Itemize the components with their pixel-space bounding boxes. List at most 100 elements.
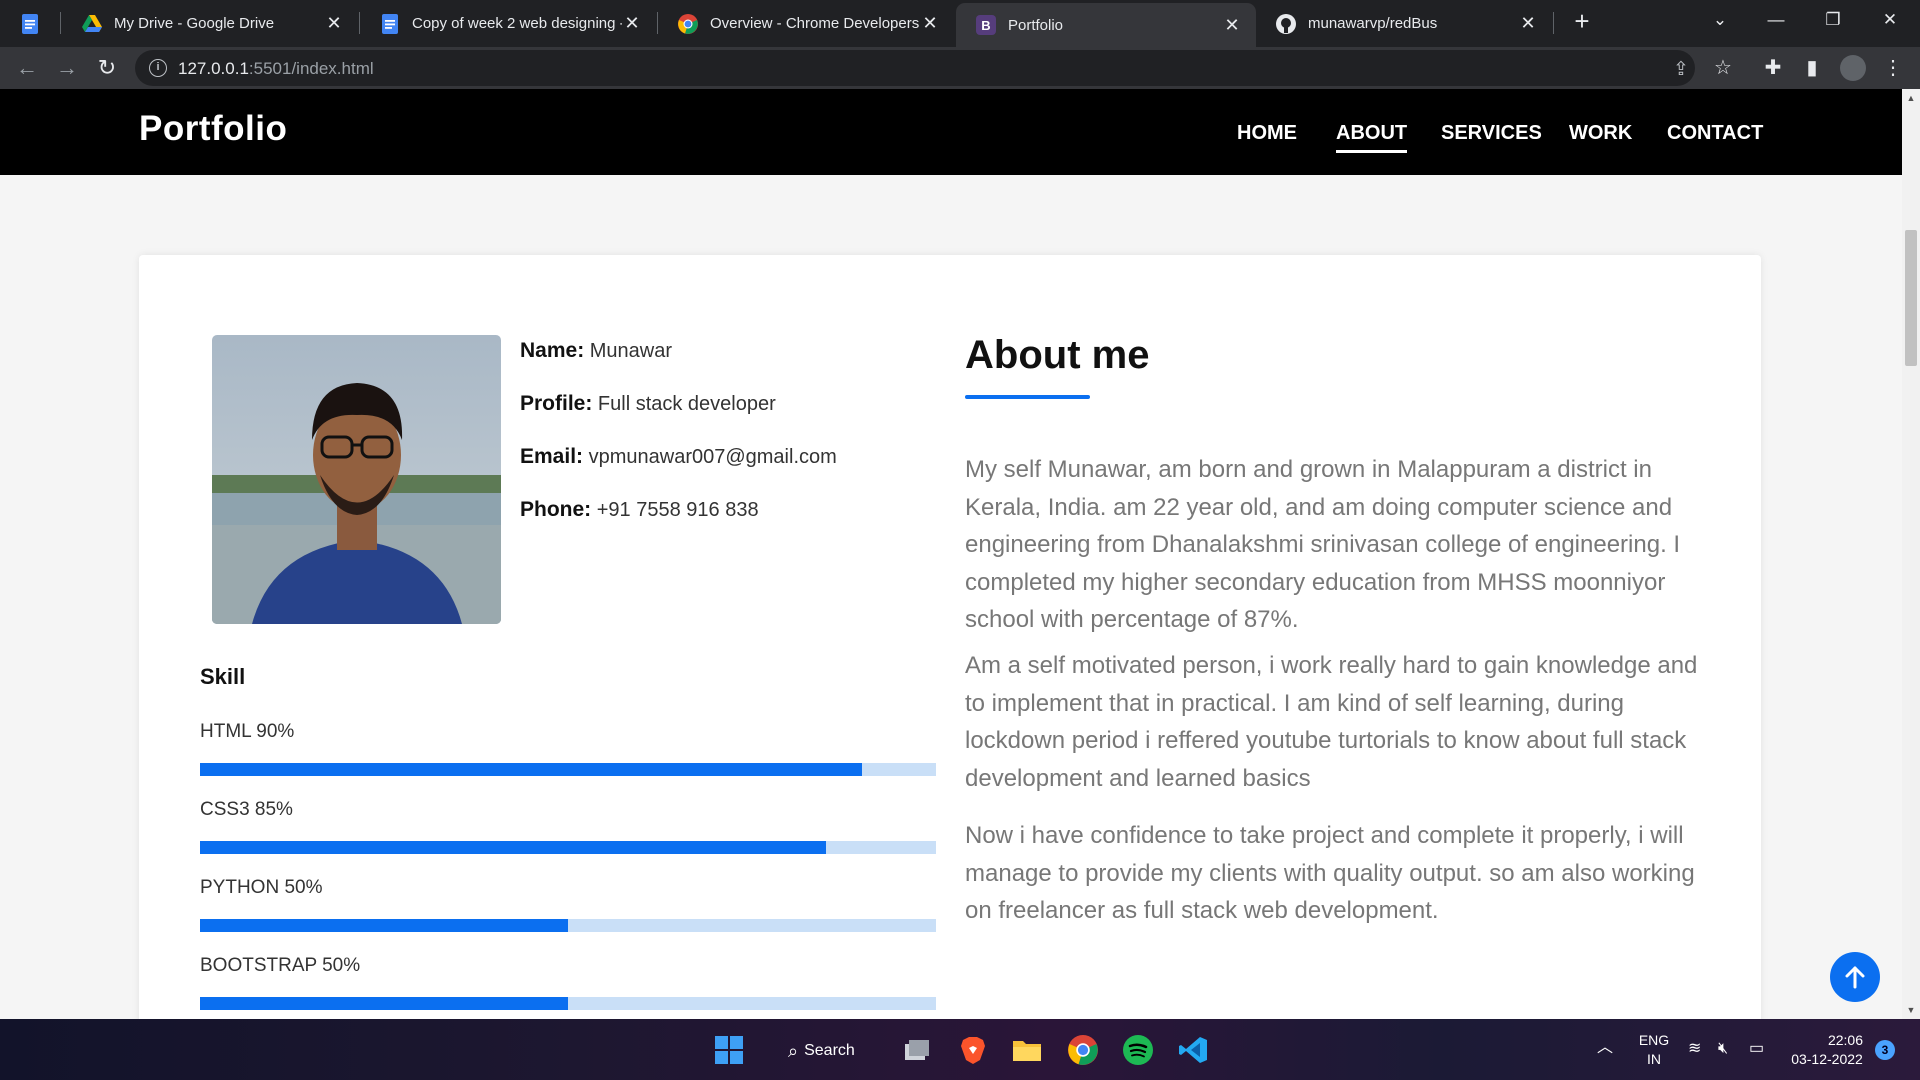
more-menu-icon[interactable]: ⋮ [1880,55,1906,81]
close-window-icon[interactable]: ✕ [1866,0,1914,40]
close-tab-icon[interactable]: ✕ [920,13,940,34]
about-paragraph-1: My self Munawar, am born and grown in Ma… [965,456,1681,633]
tab-portfolio[interactable]: B Portfolio ✕ [956,3,1256,47]
windows-taskbar: ⌕ Search ︿ ENG IN ≋ 🔇︎ ▭ 22:06 03-12-202… [0,1019,1920,1080]
skill-fill-html [200,763,863,776]
skill-bar-bootstrap [200,997,936,1010]
share-icon[interactable]: ⇪ [1670,59,1692,81]
close-tab-icon[interactable]: ✕ [1222,15,1242,36]
tab-github-redbus[interactable]: munawarvp/redBus ✕ [1256,4,1552,43]
info-profile: Profile: Full stack developer [520,392,776,416]
battery-icon[interactable]: ▭ [1749,1039,1764,1058]
skill-bar-python [200,919,936,932]
scroll-down-arrow-icon[interactable]: ▼ [1906,1005,1916,1015]
info-name: Name: Munawar [520,339,672,363]
language-indicator[interactable]: ENG IN [1636,1031,1672,1069]
skill-label-css3: CSS3 85% [200,799,293,820]
close-tab-icon[interactable]: ✕ [1518,13,1538,34]
bookmark-star-icon[interactable]: ☆ [1710,55,1736,81]
wifi-icon[interactable]: ≋ [1688,1039,1701,1058]
tab-separator [1553,12,1554,34]
chrome-icon [678,13,698,34]
tab-title: Overview - Chrome Developers [710,15,920,32]
profile-photo [212,335,501,624]
forward-arrow-icon[interactable]: → [52,53,82,83]
url-path: :5501/index.html [248,59,374,78]
vscode-icon[interactable] [1176,1033,1210,1067]
email-value: vpmunawar007@gmail.com [588,446,837,468]
skill-label-html: HTML 90% [200,721,295,742]
google-drive-icon [82,14,102,34]
bootstrap-icon: B [976,15,996,35]
tab-separator [60,12,61,34]
scrollbar-thumb[interactable] [1905,230,1917,366]
show-hidden-icons-chevron-icon[interactable]: ︿ [1597,1038,1613,1057]
scroll-to-top-button[interactable] [1830,952,1880,1002]
tab-google-drive[interactable]: My Drive - Google Drive ✕ [62,4,358,43]
about-paragraph-3: Now i have confidence to take project an… [965,822,1695,924]
tab-chrome-developers[interactable]: Overview - Chrome Developers ✕ [658,4,954,43]
side-panel-icon[interactable]: ▮ [1799,55,1825,81]
volume-muted-icon[interactable]: 🔇︎ [1718,1039,1728,1058]
info-email: Email: vpmunawar007@gmail.com [520,445,837,469]
skill-label-python: PYTHON 50% [200,877,323,898]
arrow-up-icon [1845,966,1865,989]
spotify-icon[interactable] [1121,1033,1155,1067]
site-info-icon[interactable]: i [149,59,167,77]
clock-date: 03-12-2022 [1791,1051,1863,1067]
reload-icon[interactable]: ↻ [92,53,122,83]
skills-heading: Skill [200,664,246,689]
nav-contact[interactable]: CONTACT [1667,122,1763,145]
tab-docs-pinned[interactable] [0,4,60,43]
info-phone: Phone: +91 7558 916 838 [520,498,759,522]
skill-bar-html [200,763,936,776]
nav-home[interactable]: HOME [1237,122,1297,145]
windows-start-icon[interactable] [712,1033,746,1067]
email-label: Email: [520,445,584,468]
about-heading: About me [965,333,1150,377]
chrome-taskbar-icon[interactable] [1066,1033,1100,1067]
brave-browser-icon[interactable] [956,1033,990,1067]
tab-title: Portfolio [1008,16,1064,34]
scroll-up-arrow-icon[interactable]: ▲ [1906,93,1916,103]
new-tab-plus-icon[interactable]: + [1568,6,1596,36]
phone-value: +91 7558 916 838 [596,499,759,521]
page-scrollbar[interactable]: ▲ ▼ [1902,89,1920,1019]
taskbar-clock[interactable]: 22:06 03-12-2022 [1787,1031,1867,1069]
skill-fill-python [200,919,568,932]
about-card: Name: Munawar Profile: Full stack develo… [139,255,1761,1019]
nav-services[interactable]: SERVICES [1441,122,1542,145]
google-docs-icon [380,13,400,34]
skill-fill-css3 [200,841,826,854]
close-tab-icon[interactable]: ✕ [324,13,344,34]
tab-docs-copy[interactable]: Copy of week 2 web designing - ✕ [360,4,656,43]
search-label: Search [804,1042,855,1059]
phone-label: Phone: [520,498,592,521]
address-bar[interactable]: i 127.0.0.1:5501/index.html ⇪ [135,50,1695,86]
profile-avatar-icon[interactable] [1840,55,1866,81]
google-docs-icon [20,13,40,34]
tab-search-chevron-icon[interactable]: ⌄ [1696,0,1744,40]
task-view-icon[interactable] [900,1033,934,1067]
close-tab-icon[interactable]: ✕ [622,13,642,34]
url-text[interactable]: 127.0.0.1:5501/index.html [178,59,374,79]
minimize-icon[interactable]: — [1752,0,1800,40]
taskbar-search[interactable]: ⌕ Search [788,1033,855,1069]
browser-toolbar: ← → ↻ i 127.0.0.1:5501/index.html ⇪ ☆ ✚ … [0,47,1920,89]
page-viewport: Portfolio HOME ABOUT SERVICES WORK CONTA… [0,89,1902,1019]
nav-about[interactable]: ABOUT [1336,122,1408,153]
profile-label: Profile: [520,392,593,415]
browser-tab-strip: My Drive - Google Drive ✕ Copy of week 2… [0,0,1920,47]
extensions-puzzle-icon[interactable]: ✚ [1760,55,1786,81]
site-brand[interactable]: Portfolio [139,109,287,149]
language-code: ENG [1638,1032,1670,1048]
site-navbar: Portfolio HOME ABOUT SERVICES WORK CONTA… [0,89,1902,175]
restore-icon[interactable]: ❐ [1809,0,1857,40]
search-icon: ⌕ [788,1040,799,1061]
back-arrow-icon[interactable]: ← [12,53,42,83]
tab-title: munawarvp/redBus [1308,15,1438,32]
nav-work[interactable]: WORK [1569,122,1632,145]
notification-badge[interactable]: 3 [1875,1040,1895,1060]
file-explorer-icon[interactable] [1010,1033,1044,1067]
profile-value: Full stack developer [597,393,776,415]
